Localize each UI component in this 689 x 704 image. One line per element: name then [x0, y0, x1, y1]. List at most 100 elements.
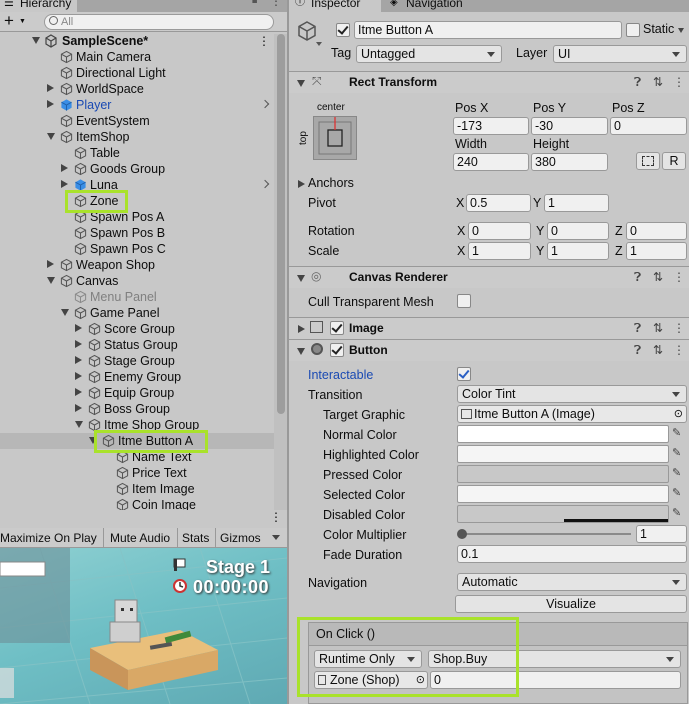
hierarchy-item[interactable]: Price Text [0, 465, 274, 481]
component-menu-icon[interactable]: ⋮ [673, 343, 685, 357]
tag-dropdown[interactable]: Untagged [356, 45, 502, 63]
raw-edit-button[interactable]: R [662, 152, 686, 170]
scale-z-field[interactable]: 1 [626, 242, 687, 260]
target-graphic-field[interactable]: Itme Button A (Image) ⊙ [457, 405, 687, 423]
icon-dropdown-icon[interactable] [316, 42, 322, 46]
collapse-arrow-icon[interactable] [47, 260, 54, 268]
collapse-arrow-icon[interactable] [61, 180, 68, 188]
stats-button[interactable]: Stats [182, 528, 216, 548]
fold-arrow-icon[interactable] [298, 325, 305, 333]
hierarchy-item[interactable]: WorldSpace [0, 81, 274, 97]
hierarchy-item[interactable]: Game Panel [0, 305, 274, 321]
help-icon[interactable]: ❓︎ [634, 270, 641, 285]
button-header[interactable]: Button ❓︎ ⇅ ⋮ [289, 339, 689, 361]
hierarchy-item[interactable]: Luna [0, 177, 274, 193]
hierarchy-item[interactable]: Boss Group [0, 401, 274, 417]
tab-navigation[interactable]: ◈ Navigation [384, 0, 484, 12]
hierarchy-item[interactable]: Goods Group [0, 161, 274, 177]
cull-checkbox[interactable] [457, 294, 471, 308]
chevron-right-icon[interactable] [260, 99, 270, 109]
pos-y-field[interactable]: -30 [531, 117, 608, 135]
hierarchy-item[interactable]: Item Image [0, 481, 274, 497]
selected-color-field[interactable] [457, 485, 669, 503]
hierarchy-scrollbar-thumb[interactable] [277, 34, 285, 414]
hierarchy-item[interactable]: Table [0, 145, 274, 161]
gizmos-dropdown-icon[interactable] [272, 535, 280, 540]
rot-y-field[interactable]: 0 [547, 222, 609, 240]
collapse-arrow-icon[interactable] [61, 164, 68, 172]
disabled-color-field[interactable] [457, 505, 669, 523]
hierarchy-item[interactable]: Equip Group [0, 385, 274, 401]
expand-arrow-icon[interactable] [32, 37, 40, 44]
pivot-x-field[interactable]: 0.5 [466, 194, 531, 212]
collapse-arrow-icon[interactable] [75, 356, 82, 364]
hierarchy-item[interactable]: Spawn Pos C [0, 241, 274, 257]
interactable-checkbox[interactable] [457, 367, 471, 381]
collapse-arrow-icon[interactable] [75, 324, 82, 332]
pos-x-field[interactable]: -173 [453, 117, 529, 135]
mute-audio-button[interactable]: Mute Audio [108, 528, 178, 548]
static-dropdown-icon[interactable] [678, 28, 684, 33]
add-icon[interactable]: + [4, 12, 14, 29]
collapse-arrow-icon[interactable] [75, 388, 82, 396]
height-field[interactable]: 380 [531, 153, 608, 171]
rot-x-field[interactable]: 0 [468, 222, 531, 240]
hierarchy-item[interactable]: Canvas [0, 273, 274, 289]
visualize-button[interactable]: Visualize [455, 595, 687, 613]
maximize-on-play-button[interactable]: Maximize On Play [0, 528, 104, 548]
hierarchy-menu-icon[interactable]: ⋮ [270, 0, 282, 8]
hierarchy-item[interactable]: Spawn Pos A [0, 209, 274, 225]
chevron-right-icon[interactable] [260, 179, 270, 189]
hierarchy-lock-icon[interactable]: 🔒︎ [252, 0, 257, 6]
component-menu-icon[interactable]: ⋮ [673, 270, 685, 284]
pivot-y-field[interactable]: 1 [544, 194, 609, 212]
eyedropper-icon[interactable]: ✎ [672, 446, 681, 459]
hierarchy-item[interactable]: EventSystem [0, 113, 274, 129]
width-field[interactable]: 240 [453, 153, 529, 171]
navigation-dropdown[interactable]: Automatic [457, 573, 687, 591]
pressed-color-field[interactable] [457, 465, 669, 483]
scene-row[interactable]: SampleScene* ⋮ [0, 33, 274, 49]
image-header[interactable]: Image ❓︎ ⇅ ⋮ [289, 317, 689, 339]
button-enabled-checkbox[interactable] [330, 343, 344, 357]
anchors-fold-icon[interactable] [298, 180, 305, 188]
expand-arrow-icon[interactable] [47, 133, 55, 140]
hierarchy-search-input[interactable]: All [44, 14, 274, 30]
fold-arrow-icon[interactable] [297, 80, 305, 87]
rot-z-field[interactable]: 0 [626, 222, 687, 240]
transition-dropdown[interactable]: Color Tint [457, 385, 687, 403]
game-menu-icon[interactable]: ⋮ [270, 510, 282, 524]
color-multiplier-slider-handle[interactable] [457, 529, 467, 539]
help-icon[interactable]: ❓︎ [634, 343, 641, 358]
rect-transform-header[interactable]: ⤧ Rect Transform ❓︎ ⇅ ⋮ [289, 71, 689, 93]
expand-arrow-icon[interactable] [75, 421, 83, 428]
hierarchy-item[interactable]: Score Group [0, 321, 274, 337]
presets-icon[interactable]: ⇅ [653, 75, 663, 89]
hierarchy-item[interactable]: Status Group [0, 337, 274, 353]
eyedropper-icon[interactable]: ✎ [672, 486, 681, 499]
scale-x-field[interactable]: 1 [468, 242, 531, 260]
component-menu-icon[interactable]: ⋮ [673, 75, 685, 89]
hierarchy-item[interactable]: ItemShop [0, 129, 274, 145]
hierarchy-item[interactable]: Main Camera [0, 49, 274, 65]
hierarchy-item[interactable]: Enemy Group [0, 369, 274, 385]
scale-y-field[interactable]: 1 [547, 242, 609, 260]
normal-color-field[interactable] [457, 425, 669, 443]
layer-dropdown[interactable]: UI [553, 45, 687, 63]
object-name-field[interactable]: Itme Button A [354, 21, 622, 39]
collapse-arrow-icon[interactable] [47, 100, 54, 108]
eyedropper-icon[interactable]: ✎ [672, 426, 681, 439]
presets-icon[interactable]: ⇅ [653, 321, 663, 335]
eyedropper-icon[interactable]: ✎ [672, 466, 681, 479]
fold-arrow-icon[interactable] [297, 275, 305, 282]
gizmos-button[interactable]: Gizmos [220, 528, 268, 548]
presets-icon[interactable]: ⇅ [653, 270, 663, 284]
component-menu-icon[interactable]: ⋮ [673, 321, 685, 335]
help-icon[interactable]: ❓︎ [634, 321, 641, 336]
hierarchy-item[interactable]: Directional Light [0, 65, 274, 81]
static-checkbox[interactable] [626, 23, 640, 37]
object-picker-icon[interactable]: ⊙ [674, 406, 683, 422]
tab-inspector[interactable]: ⓘ Inspector [289, 0, 381, 12]
hierarchy-item[interactable]: Stage Group [0, 353, 274, 369]
image-enabled-checkbox[interactable] [330, 321, 344, 335]
